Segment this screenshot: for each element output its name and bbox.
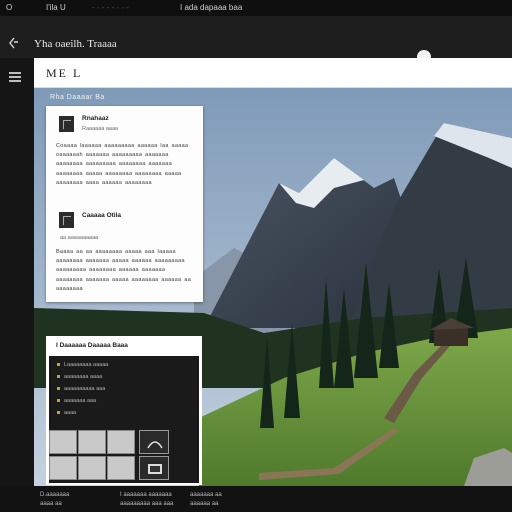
bullet-icon [57, 363, 60, 367]
thumbnail[interactable] [49, 456, 77, 480]
status-item: aaaaaaaaa aaa aaa [120, 501, 174, 507]
document-icon [59, 212, 74, 228]
top-bar-separator: - - - - - - - - [92, 3, 129, 12]
thumbnail[interactable] [107, 456, 135, 480]
hamburger-menu-icon[interactable] [9, 72, 21, 82]
status-item: aaaa aa [40, 501, 62, 507]
circle-icon[interactable]: O [6, 3, 12, 12]
thumbnail[interactable] [78, 456, 106, 480]
panel-row[interactable]: aaaa [57, 410, 76, 416]
panel-row[interactable]: aaaaaaaaaa aaa [57, 386, 105, 392]
app-header: Yha oaeilh. Traaaa [0, 16, 512, 64]
toolbar-logo[interactable]: ME L [46, 66, 82, 81]
document-icon [59, 116, 74, 132]
card-paragraph-2: Baaaa aa aa aaaaaaaa aaaaa aaa laaaaa aa… [56, 249, 192, 292]
media-panel: I Daaaaaa Daaaaa Baaa Laaaaaaaa aaaaa aa… [46, 336, 202, 485]
info-card: Rnahaaz Raaaaaa aaaa Coaaaa laaaaaa aaaa… [46, 106, 203, 302]
bullet-icon [57, 387, 60, 391]
card-sub-1: Raaaaaa aaaa [82, 126, 119, 132]
panel-row[interactable]: aaaaaaaa aaaa [57, 374, 102, 380]
image-thumbnail[interactable] [139, 456, 169, 480]
panel-row[interactable]: aaaaaaa aaa [57, 398, 96, 404]
breadcrumb[interactable]: Rha Daaaar Ba [50, 94, 105, 101]
status-item: aaaaaa aa [190, 501, 219, 507]
status-item[interactable]: I aaaaaaa aaaaaaa [120, 492, 172, 498]
status-item[interactable]: aaaaaaa aa [190, 492, 222, 498]
card-sub-2: aa aaaaaaaaaa [60, 235, 99, 241]
arc-thumbnail[interactable] [139, 430, 169, 454]
panel-title: I Daaaaaa Daaaaa Baaa [56, 342, 128, 349]
card-paragraph-1: Coaaaa laaaaaa aaaaaaaaa aaaaaa laa aaaa… [56, 143, 189, 186]
app-title: Yha oaeilh. Traaaa [34, 38, 117, 50]
panel-body: Laaaaaaaa aaaaa aaaaaaaa aaaa aaaaaaaaaa… [49, 356, 199, 483]
panel-row[interactable]: Laaaaaaaa aaaaa [57, 362, 108, 368]
top-bar-title: I ada dapaaa baa [180, 3, 243, 12]
thumbnail[interactable] [78, 430, 106, 454]
status-bar: D.aaaaaaa aaaa aa I aaaaaaa aaaaaaa aaaa… [0, 486, 512, 512]
left-rail [0, 58, 34, 488]
thumbnail[interactable] [107, 430, 135, 454]
status-item[interactable]: D.aaaaaaa [40, 492, 69, 498]
card-heading-1: Rnahaaz [82, 115, 109, 122]
thumbnail[interactable] [49, 430, 77, 454]
diamond-arrow-icon[interactable] [8, 37, 20, 49]
toolbar: ME L [34, 58, 512, 88]
system-top-bar: O I'ila U - - - - - - - - I ada dapaaa b… [0, 0, 512, 16]
card-heading-2: Caaaaa Otila [82, 212, 122, 219]
top-bar-app-name[interactable]: I'ila U [46, 3, 66, 12]
bullet-icon [57, 399, 60, 403]
bullet-icon [57, 411, 60, 415]
bullet-icon [57, 375, 60, 379]
